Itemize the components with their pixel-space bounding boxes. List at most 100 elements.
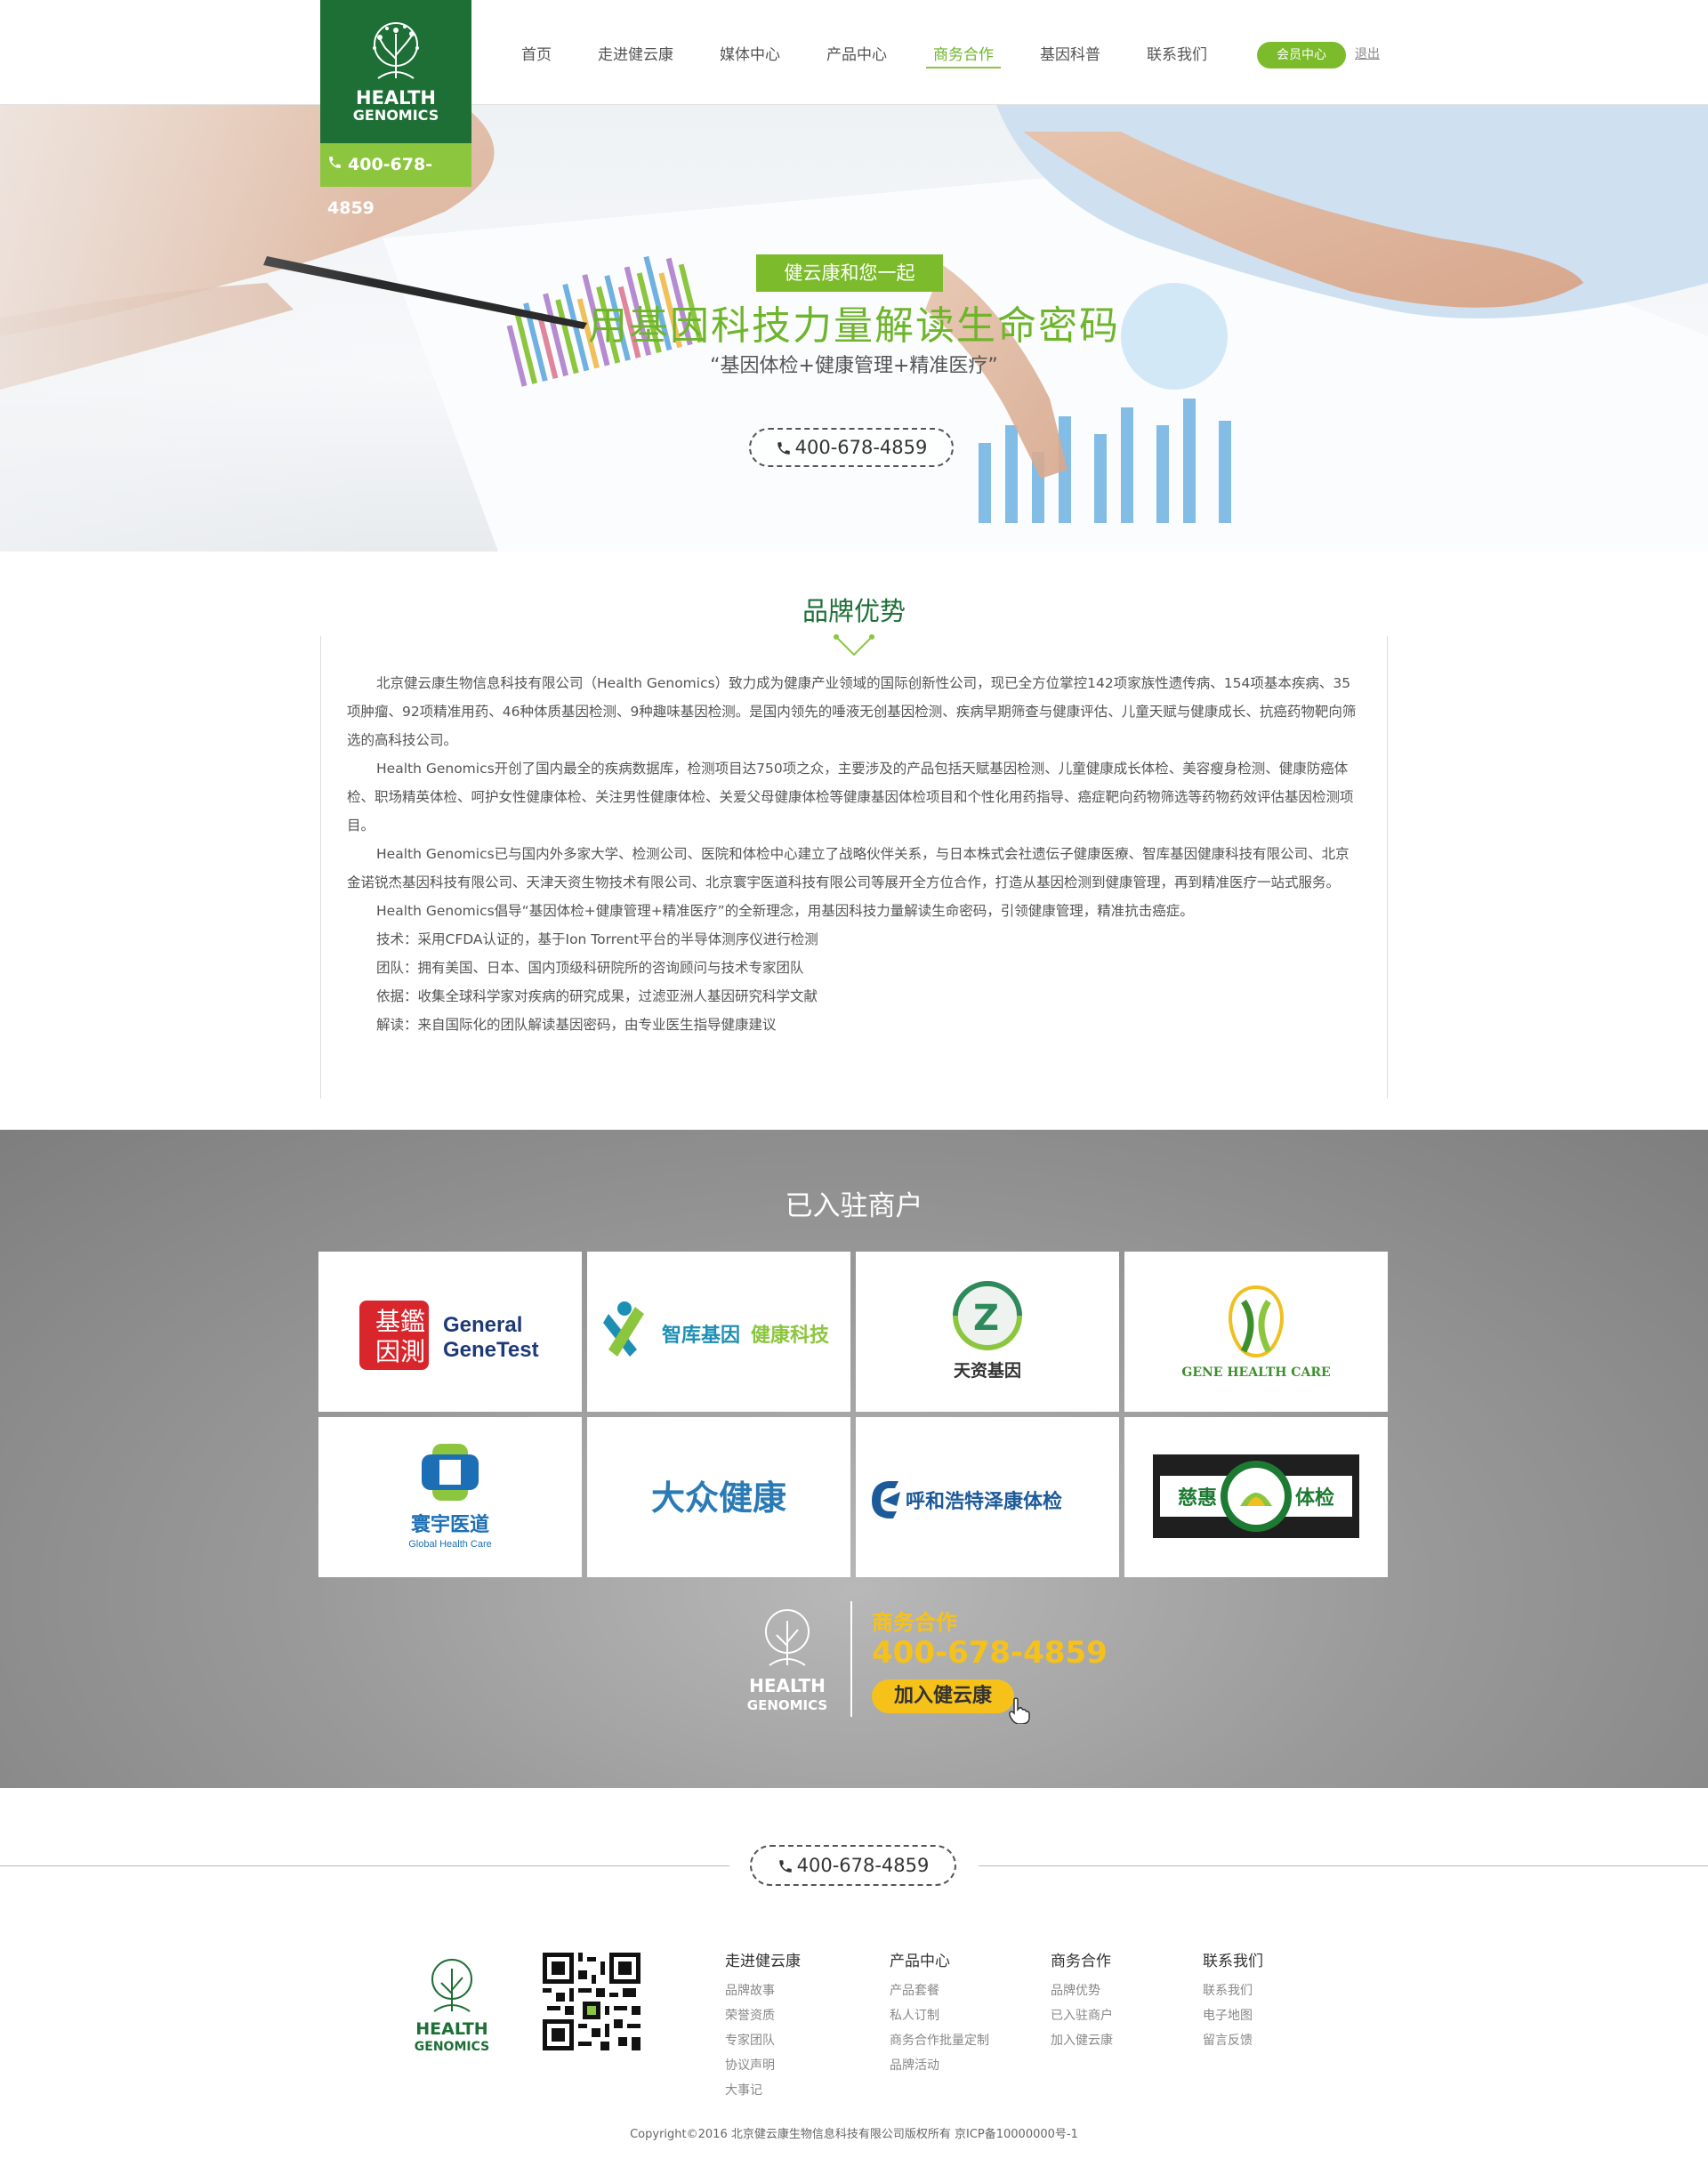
general-genetest-logo: 基 鑑 因 測 General GeneTest: [359, 1301, 539, 1370]
logo-letter: Z: [973, 1298, 999, 1339]
footer-link[interactable]: 商务合作批量定制: [890, 2028, 989, 2053]
merchant-gene-health-care[interactable]: GENE HEALTH CARE: [1124, 1252, 1388, 1412]
footer-link[interactable]: 电子地图: [1203, 2003, 1263, 2028]
logo-panel: HEALTH GENOMICS: [320, 0, 471, 143]
footer-col-title[interactable]: 联系我们: [1203, 1948, 1263, 1970]
qr-code: [543, 1953, 640, 2050]
health-genomics-logo: HEALTH GENOMICS: [747, 1609, 827, 1713]
merchants-section: 已入驻商户 基 鑑 因 測 General GeneTest 智库基因 健康科技: [0, 1130, 1708, 1788]
logo-text: HEALTH: [415, 2019, 487, 2039]
footer-rule-left: [0, 1865, 729, 1866]
logo-text: General: [443, 1313, 522, 1337]
footer-link[interactable]: 荣誉资质: [725, 2003, 801, 2028]
logo-text: GENE HEALTH CARE: [1181, 1365, 1330, 1380]
footer-col-about: 走进健云康 品牌故事 荣誉资质 专家团队 协议声明 大事记: [725, 1948, 801, 2103]
logo-text: GENOMICS: [747, 1697, 827, 1713]
copyright: Copyright©2016 北京健云康生物信息科技有限公司版权所有 京ICP备…: [630, 2128, 1078, 2141]
nav-business[interactable]: 商务合作: [910, 0, 1017, 105]
logo-line2: GENOMICS: [352, 107, 439, 124]
join-button[interactable]: 加入健云康: [872, 1680, 1014, 1713]
logo-text: 天资基因: [954, 1360, 1021, 1381]
footer-phone-number: 400-678-4859: [796, 1855, 930, 1876]
main-nav: 首页 走进健云康 媒体中心 产品中心 商务合作 基因科普 联系我们: [498, 0, 1230, 105]
brand-section-title: 品牌优势: [802, 596, 906, 626]
merchants-title: 已入驻商户: [785, 1190, 923, 1222]
phone-icon: [327, 143, 342, 187]
footer-link[interactable]: 留言反馈: [1203, 2028, 1263, 2053]
divider: [850, 1601, 852, 1717]
nav-about[interactable]: 走进健云康: [575, 0, 697, 105]
footer-link[interactable]: 大事记: [725, 2078, 801, 2103]
footer-link[interactable]: 专家团队: [725, 2028, 801, 2053]
hand-cursor-icon: [1009, 1697, 1030, 1724]
brand-paragraph: Health Genomics倡导“基因体检+健康管理+精准医疗”的全新理念，用…: [376, 903, 1194, 919]
logo-wordmark: HEALTH GENOMICS: [320, 89, 471, 125]
logo-text: 呼和浩特泽康体检: [906, 1490, 1062, 1513]
footer-link[interactable]: 私人订制: [890, 2003, 989, 2028]
footer-col-title[interactable]: 商务合作: [1051, 1948, 1113, 1970]
phone-icon: [777, 442, 790, 455]
merchant-huanyu[interactable]: 寰宇医道 Global Health Care: [318, 1417, 582, 1577]
merchant-tianzi[interactable]: Z 天资基因: [856, 1252, 1119, 1412]
brand-paragraph: 北京健云康生物信息科技有限公司（Health Genomics）致力成为健康产业…: [347, 675, 1357, 748]
footer-phone-button[interactable]: 400-678-4859: [750, 1845, 956, 1886]
nav-contact[interactable]: 联系我们: [1124, 0, 1230, 105]
merchant-general-genetest[interactable]: 基 鑑 因 測 General GeneTest: [318, 1252, 582, 1412]
footer-logo[interactable]: HEALTH GENOMICS: [407, 1953, 496, 2058]
header-phone[interactable]: 400-678-4859: [320, 143, 471, 218]
logo-text: GENOMICS: [415, 2040, 489, 2054]
cihui-logo: 慈惠 体检: [1153, 1454, 1359, 1538]
hero-phone-button[interactable]: 400-678-4859: [749, 428, 954, 467]
cooperation-phone[interactable]: 400-678-4859: [872, 1635, 1108, 1671]
footer-link[interactable]: 协议声明: [725, 2053, 801, 2078]
hero-phone-number: 400-678-4859: [794, 437, 928, 458]
seal-char: 測: [400, 1337, 425, 1366]
seal-char: 因: [375, 1337, 400, 1366]
brand-point: 技术：采用CFDA认证的，基于Ion Torrent平台的半导体测序仪进行检测: [376, 931, 818, 947]
logo-text: HEALTH: [749, 1675, 826, 1696]
footer-link[interactable]: 产品套餐: [890, 1978, 989, 2003]
footer-rule-right: [979, 1865, 1708, 1866]
nav-products[interactable]: 产品中心: [803, 0, 910, 105]
zhiku-logo: 智库基因 健康科技: [603, 1301, 830, 1357]
nav-home[interactable]: 首页: [498, 0, 575, 105]
footer-link[interactable]: 品牌优势: [1051, 1978, 1113, 2003]
logo-line1: HEALTH: [356, 87, 436, 109]
merchant-zekang[interactable]: 呼和浩特泽康体检: [856, 1417, 1119, 1577]
logo-text: 慈惠: [1178, 1486, 1217, 1510]
site-logo[interactable]: HEALTH GENOMICS 400-678-4859: [320, 0, 471, 218]
merchant-cihui[interactable]: 慈惠 体检: [1124, 1417, 1388, 1577]
logo-subtext: Global Health Care: [408, 1539, 492, 1550]
logout-link[interactable]: 退出: [1355, 44, 1380, 62]
logo-text: 智库基因: [662, 1324, 740, 1347]
nav-media[interactable]: 媒体中心: [697, 0, 803, 105]
footer-link[interactable]: 品牌活动: [890, 2053, 989, 2078]
brand-paragraph: Health Genomics开创了国内最全的疾病数据库，检测项目达750项之众…: [347, 761, 1354, 834]
footer-col-products: 产品中心 产品套餐 私人订制 商务合作批量定制 品牌活动: [890, 1948, 989, 2078]
footer-col-title[interactable]: 产品中心: [890, 1948, 989, 1970]
huanyu-logo: 寰宇医道 Global Health Care: [408, 1444, 492, 1550]
tianzi-logo: Z 天资基因: [953, 1281, 1022, 1381]
tree-logo-icon: [373, 22, 419, 79]
logo-text: 寰宇医道: [411, 1513, 489, 1536]
logo-text: GeneTest: [443, 1338, 539, 1362]
hero-subtitle: “基因体检+健康管理+精准医疗”: [710, 355, 998, 377]
footer-link[interactable]: 加入健云康: [1051, 2028, 1113, 2053]
cooperation-label: 商务合作: [872, 1610, 957, 1635]
hero-tag: 健云康和您一起: [756, 254, 943, 292]
footer-col-title[interactable]: 走进健云康: [725, 1948, 801, 1970]
merchant-dazhong[interactable]: 大众健康: [587, 1417, 850, 1577]
seal-char: 基: [375, 1307, 400, 1336]
member-center-button[interactable]: 会员中心: [1257, 42, 1346, 68]
footer-link[interactable]: 已入驻商户: [1051, 2003, 1113, 2028]
brand-description: 北京健云康生物信息科技有限公司（Health Genomics）致力成为健康产业…: [347, 669, 1361, 1039]
hero-title: 用基因科技力量解读生命密码: [588, 303, 1120, 349]
footer-link[interactable]: 品牌故事: [725, 1978, 801, 2003]
merchant-zhiku[interactable]: 智库基因 健康科技: [587, 1252, 850, 1412]
dazhong-logo: 大众健康: [651, 1478, 786, 1518]
site-header: 首页 走进健云康 媒体中心 产品中心 商务合作 基因科普 联系我们 会员中心 退…: [0, 0, 1708, 105]
brand-point: 依据：收集全球科学家对疾病的研究成果，过滤亚洲人基因研究科学文献: [376, 988, 818, 1004]
brand-paragraph: Health Genomics已与国内外多家大学、检测公司、医院和体检中心建立了…: [347, 846, 1349, 890]
footer-link[interactable]: 联系我们: [1203, 1978, 1263, 2003]
nav-science[interactable]: 基因科普: [1017, 0, 1124, 105]
